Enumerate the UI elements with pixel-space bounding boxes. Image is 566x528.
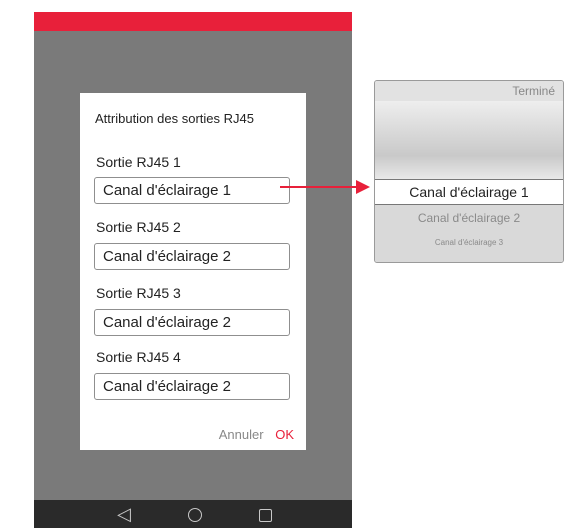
callout-arrow-line (280, 186, 360, 188)
home-circle-shape (188, 508, 202, 523)
home-icon[interactable] (180, 503, 210, 525)
rj45-assignment-dialog: Attribution des sorties RJ45 Sortie RJ45… (80, 93, 306, 450)
recent-apps-icon[interactable] (250, 503, 280, 525)
field-label-rj45-3: Sortie RJ45 3 (96, 285, 181, 301)
picker-header: Terminé (375, 81, 563, 102)
back-icon[interactable]: ◁ (109, 503, 139, 525)
picker-option-3[interactable]: Canal d'éclairage 3 (375, 238, 563, 247)
field-label-rj45-1: Sortie RJ45 1 (96, 154, 181, 170)
navigation-bar: ◁ (34, 500, 352, 528)
status-bar (34, 12, 352, 31)
dialog-title: Attribution des sorties RJ45 (95, 111, 254, 126)
picker-selected-option[interactable]: Canal d'éclairage 1 (375, 179, 563, 205)
ok-button[interactable]: OK (275, 427, 294, 442)
done-button[interactable]: Terminé (512, 84, 555, 98)
rj45-3-select[interactable]: Canal d'éclairage 2 (94, 309, 290, 336)
field-label-rj45-4: Sortie RJ45 4 (96, 349, 181, 365)
callout-arrow-head-icon (356, 180, 370, 194)
rj45-1-select[interactable]: Canal d'éclairage 1 (94, 177, 290, 204)
field-label-rj45-2: Sortie RJ45 2 (96, 219, 181, 235)
rj45-2-select[interactable]: Canal d'éclairage 2 (94, 243, 290, 270)
picker-wheel-top[interactable] (375, 101, 563, 179)
channel-picker: Terminé Canal d'éclairage 1 Canal d'écla… (374, 80, 564, 263)
picker-option-2[interactable]: Canal d'éclairage 2 (375, 211, 563, 225)
dialog-actions: Annuler OK (219, 427, 294, 442)
rj45-4-select[interactable]: Canal d'éclairage 2 (94, 373, 290, 400)
recent-square-shape (258, 508, 272, 522)
cancel-button[interactable]: Annuler (219, 427, 264, 442)
